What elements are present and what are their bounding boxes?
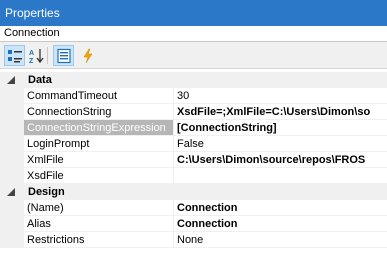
- property-name: CommandTimeout: [24, 88, 174, 104]
- object-selector[interactable]: Connection: [0, 26, 387, 42]
- object-selector-value: Connection: [4, 27, 60, 39]
- property-name: LoginPrompt: [24, 136, 174, 152]
- property-value[interactable]: [174, 168, 387, 184]
- row-gutter: [0, 136, 24, 152]
- property-row-xsdfile[interactable]: XsdFile: [0, 168, 387, 184]
- alphabetical-button[interactable]: A Z: [25, 45, 46, 66]
- categorized-icon: [7, 49, 22, 62]
- property-row-restrictions[interactable]: Restrictions None: [0, 232, 387, 248]
- property-row-connectionstring[interactable]: ConnectionString XsdFile=;XmlFile=C:\Use…: [0, 104, 387, 120]
- property-name: XsdFile: [24, 168, 174, 184]
- property-row-commandtimeout[interactable]: CommandTimeout 30: [0, 88, 387, 104]
- property-value[interactable]: Connection: [174, 200, 387, 216]
- property-grid: Data CommandTimeout 30 ConnectionString …: [0, 70, 387, 256]
- property-name: Restrictions: [24, 232, 174, 248]
- property-name: Alias: [24, 216, 174, 232]
- svg-text:A: A: [29, 50, 34, 57]
- property-value[interactable]: C:\Users\Dimon\source\repos\FROS: [174, 152, 387, 168]
- property-value[interactable]: False: [174, 136, 387, 152]
- category-design[interactable]: Design: [0, 184, 387, 200]
- category-label: Design: [28, 186, 65, 198]
- row-gutter: [0, 120, 24, 136]
- property-row-xmlfile[interactable]: XmlFile C:\Users\Dimon\source\repos\FROS: [0, 152, 387, 168]
- property-name: ConnectionString: [24, 104, 174, 120]
- property-row-loginprompt[interactable]: LoginPrompt False: [0, 136, 387, 152]
- category-data[interactable]: Data: [0, 72, 387, 88]
- row-gutter: [0, 168, 24, 184]
- property-name: XmlFile: [24, 152, 174, 168]
- collapse-arrow-icon[interactable]: [7, 76, 15, 84]
- row-gutter: [0, 200, 24, 216]
- category-label: Data: [28, 74, 52, 86]
- collapse-arrow-icon[interactable]: [7, 188, 15, 196]
- events-button[interactable]: [77, 45, 98, 66]
- panel-title: Properties: [5, 6, 60, 20]
- row-gutter: [0, 88, 24, 104]
- row-gutter: [0, 104, 24, 120]
- toolbar-separator: [47, 47, 48, 64]
- svg-text:Z: Z: [29, 58, 34, 64]
- properties-toolbar: A Z: [0, 42, 387, 69]
- row-gutter: [0, 152, 24, 168]
- property-name: ConnectionStringExpression: [24, 120, 174, 136]
- property-value[interactable]: 30: [174, 88, 387, 104]
- properties-title-bar: Properties: [0, 0, 387, 26]
- property-row-name[interactable]: (Name) Connection: [0, 200, 387, 216]
- property-name: (Name): [24, 200, 174, 216]
- property-value[interactable]: XsdFile=;XmlFile=C:\Users\Dimon\so: [174, 104, 387, 120]
- property-value[interactable]: None: [174, 232, 387, 248]
- row-gutter: [0, 216, 24, 232]
- property-value[interactable]: Connection: [174, 216, 387, 232]
- property-row-alias[interactable]: Alias Connection: [0, 216, 387, 232]
- properties-page-icon: [56, 48, 71, 63]
- sort-az-icon: A Z: [29, 48, 44, 64]
- lightning-icon: [83, 48, 92, 63]
- properties-page-button[interactable]: [53, 45, 74, 66]
- property-row-connectionstringexpression[interactable]: ConnectionStringExpression [ConnectionSt…: [0, 120, 387, 136]
- row-gutter: [0, 232, 24, 248]
- categorized-button[interactable]: [4, 45, 25, 66]
- property-value[interactable]: [ConnectionString]: [174, 120, 387, 136]
